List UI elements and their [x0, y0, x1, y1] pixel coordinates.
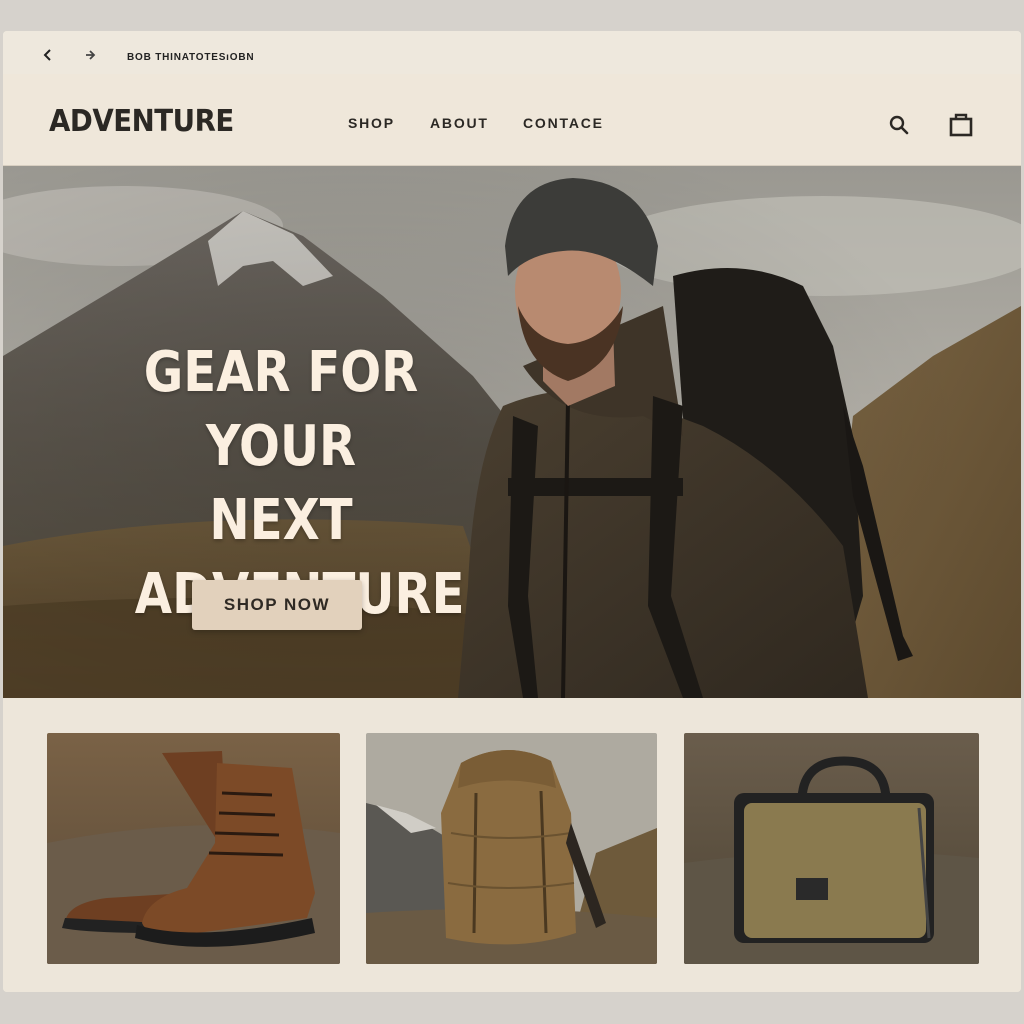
product-grid: [3, 698, 1021, 992]
hero-banner: GEAR FOR YOUR NEXT ADVENTURE SHOP NOW: [3, 166, 1021, 698]
nav-about[interactable]: ABOUT: [430, 115, 489, 131]
address-bar-text[interactable]: BOB THINATOTESıOBN: [127, 52, 254, 63]
product-card-backpack[interactable]: [366, 733, 657, 964]
product-card-boots[interactable]: [47, 733, 340, 964]
nav-shop[interactable]: SHOP: [348, 115, 395, 131]
search-icon[interactable]: [888, 114, 910, 136]
product-card-duffel[interactable]: [684, 733, 979, 964]
hero-headline-line-1: GEAR FOR: [143, 340, 419, 405]
shopping-bag-icon[interactable]: [948, 110, 974, 138]
arrow-right-icon[interactable]: [83, 48, 97, 62]
site-header: ADVENTURE SHOP ABOUT CONTACE: [3, 74, 1021, 166]
backpack-image: [366, 733, 657, 964]
site-logo[interactable]: ADVENTURE: [49, 104, 234, 139]
chevron-left-icon[interactable]: [41, 48, 55, 62]
nav-contact[interactable]: CONTACE: [523, 115, 604, 131]
hero-headline-line-2: YOUR NEXT: [205, 414, 357, 553]
browser-toolbar: BOB THINATOTESıOBN: [3, 31, 1021, 74]
duffel-bag-image: [684, 733, 979, 964]
hiking-boots-image: [47, 733, 340, 964]
shop-now-button[interactable]: SHOP NOW: [192, 580, 362, 630]
browser-window: BOB THINATOTESıOBN ADVENTURE SHOP ABOUT …: [3, 31, 1021, 992]
